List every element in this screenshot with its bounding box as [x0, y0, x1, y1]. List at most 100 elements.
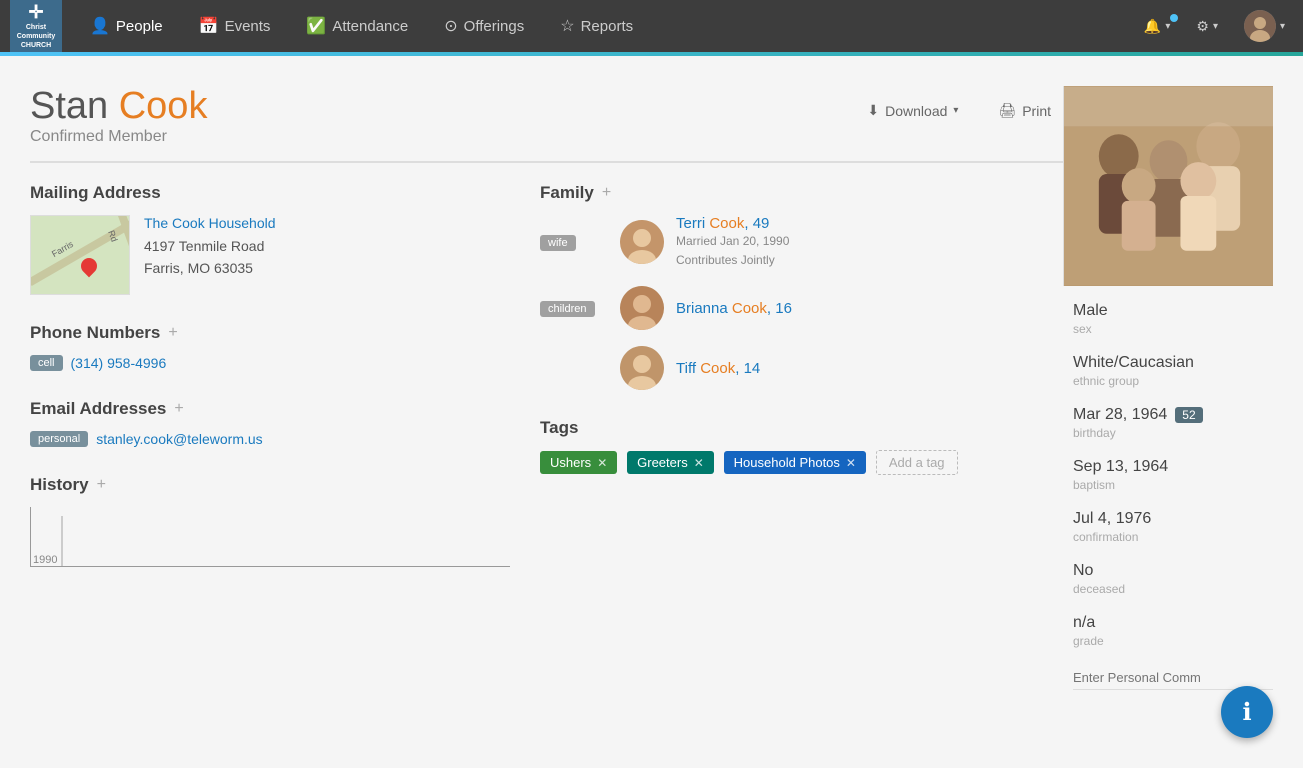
nav-events[interactable]: 📅 Events	[181, 0, 289, 52]
birthday-info: Mar 28, 1964 52 birthday	[1073, 406, 1273, 440]
family-header: Family +	[540, 183, 1063, 203]
children-badge-col: children	[540, 299, 620, 317]
tiff-name-link[interactable]: Tiff Cook, 14	[676, 360, 760, 377]
confirmation-info: Jul 4, 1976 confirmation	[1073, 510, 1273, 544]
download-button[interactable]: ⬇ Download ▾	[855, 96, 970, 125]
nav-people-label: People	[116, 18, 163, 35]
phone-number[interactable]: (314) 958-4996	[71, 355, 167, 371]
add-family-button[interactable]: +	[602, 185, 611, 201]
add-email-button[interactable]: +	[174, 401, 183, 417]
family-member-wife: wife Terri Cook,	[540, 215, 1063, 270]
nav-people[interactable]: 👤 People	[72, 0, 181, 52]
wife-last-name: Cook	[709, 215, 744, 232]
user-menu-button[interactable]: ▾	[1236, 6, 1293, 46]
confirmation-value: Jul 4, 1976	[1073, 510, 1273, 528]
tag-ushers-remove[interactable]: ✕	[597, 456, 607, 470]
body-section: Mailing Address Farris Rd	[30, 183, 1063, 595]
header-actions: ⬇ Download ▾ 🖨 Print	[855, 86, 1063, 125]
email-address[interactable]: stanley.cook@teleworm.us	[96, 431, 262, 447]
map-container[interactable]: Farris Rd	[30, 215, 130, 295]
ethnic-label: ethnic group	[1073, 374, 1273, 388]
email-title: Email Addresses	[30, 399, 166, 419]
offerings-icon: ⊙	[444, 16, 457, 36]
history-header: History +	[30, 475, 510, 495]
tag-household-photos-label: Household Photos	[734, 455, 840, 470]
phone-header: Phone Numbers +	[30, 323, 510, 343]
tags-section: Tags Ushers ✕ Greeters ✕	[540, 418, 1063, 480]
history-bar	[61, 516, 63, 566]
wife-first-name: Terri	[676, 215, 705, 232]
address-state: MO	[188, 260, 211, 276]
family-title: Family	[540, 183, 594, 203]
brianna-info: Brianna Cook, 16	[676, 300, 792, 317]
main-wrapper: Stan Cook // inline fix for last name co…	[0, 56, 1303, 768]
address-street: 4197 Tenmile Road	[144, 235, 510, 257]
address-content: Farris Rd The Cook Household 4197 Tenmil…	[30, 215, 510, 295]
baptism-info: Sep 13, 1964 baptism	[1073, 458, 1273, 492]
add-tag-input[interactable]: Add a tag	[876, 450, 958, 475]
nav-right: 🔔 ▾ ⚙ ▾ ▾	[1136, 6, 1293, 46]
print-button[interactable]: 🖨 Print	[986, 96, 1063, 125]
tiff-avatar	[620, 346, 664, 390]
wife-info: Terri Cook, 49 Married Jan 20, 1990 Cont…	[676, 215, 789, 270]
people-icon: 👤	[90, 16, 110, 36]
brianna-last-name: Cook	[732, 300, 767, 317]
wife-name-link[interactable]: Terri Cook, 49	[676, 215, 769, 232]
tag-ushers: Ushers ✕	[540, 451, 617, 474]
app-logo[interactable]: ✛ ChristCommunityCHURCH	[10, 0, 62, 52]
tag-greeters-remove[interactable]: ✕	[694, 456, 704, 470]
map-road-1	[30, 215, 130, 286]
tag-ushers-label: Ushers	[550, 455, 591, 470]
brianna-name-link[interactable]: Brianna Cook, 16	[676, 300, 792, 317]
person-photo-inner	[1064, 86, 1273, 286]
add-history-button[interactable]: +	[97, 477, 106, 493]
events-icon: 📅	[199, 16, 219, 36]
sex-label: sex	[1073, 322, 1273, 336]
tiff-last-name: Cook	[700, 360, 735, 377]
brianna-first-name: Brianna	[676, 300, 728, 317]
sex-value: Male	[1073, 302, 1273, 320]
tags-title: Tags	[540, 418, 578, 438]
mailing-address-title: Mailing Address	[30, 183, 161, 203]
deceased-info: No deceased	[1073, 562, 1273, 596]
user-chevron: ▾	[1280, 21, 1285, 32]
map-road-2	[114, 215, 130, 279]
print-label: Print	[1022, 103, 1051, 119]
wife-age: 49	[753, 215, 770, 232]
wife-meta1: Married Jan 20, 1990	[676, 232, 789, 251]
bell-icon: 🔔	[1144, 18, 1161, 35]
phone-type-badge: cell	[30, 355, 63, 371]
mailing-address-section: Mailing Address Farris Rd	[30, 183, 510, 295]
tag-household-photos-remove[interactable]: ✕	[846, 456, 856, 470]
add-phone-button[interactable]: +	[168, 325, 177, 341]
email-section: Email Addresses + personal stanley.cook@…	[30, 399, 510, 447]
history-year: 1990	[33, 554, 57, 566]
nav-reports-label: Reports	[581, 18, 634, 35]
tag-greeters: Greeters ✕	[627, 451, 714, 474]
tags-list: Ushers ✕ Greeters ✕ Household Photos ✕	[540, 450, 1063, 480]
reports-icon: ☆	[560, 16, 574, 36]
birthday-label: birthday	[1073, 426, 1273, 440]
grade-info: n/a grade	[1073, 614, 1273, 648]
fab-button[interactable]: ℹ	[1221, 686, 1273, 738]
nav-offerings[interactable]: ⊙ Offerings	[426, 0, 542, 52]
tiff-age: 14	[744, 360, 761, 377]
ethnic-value: White/Caucasian	[1073, 354, 1273, 372]
notification-chevron: ▾	[1165, 21, 1170, 32]
phone-title: Phone Numbers	[30, 323, 160, 343]
tiff-first-name: Tiff	[676, 360, 696, 377]
person-photo	[1063, 86, 1273, 286]
family-section: Family + wife	[540, 183, 1063, 390]
email-row: personal stanley.cook@teleworm.us	[30, 431, 510, 447]
nav-reports[interactable]: ☆ Reports	[542, 0, 651, 52]
nav-attendance[interactable]: ✅ Attendance	[288, 0, 426, 52]
grade-value: n/a	[1073, 614, 1273, 632]
sex-info: Male sex	[1073, 302, 1273, 336]
address-zip: 63035	[214, 260, 253, 276]
household-link[interactable]: The Cook Household	[144, 215, 510, 231]
settings-button[interactable]: ⚙ ▾	[1188, 14, 1226, 39]
notification-button[interactable]: 🔔 ▾	[1136, 14, 1178, 39]
birthday-value: Mar 28, 1964 52	[1073, 406, 1273, 424]
print-icon: 🖨	[998, 102, 1016, 119]
person-first-name: Stan	[30, 85, 108, 127]
